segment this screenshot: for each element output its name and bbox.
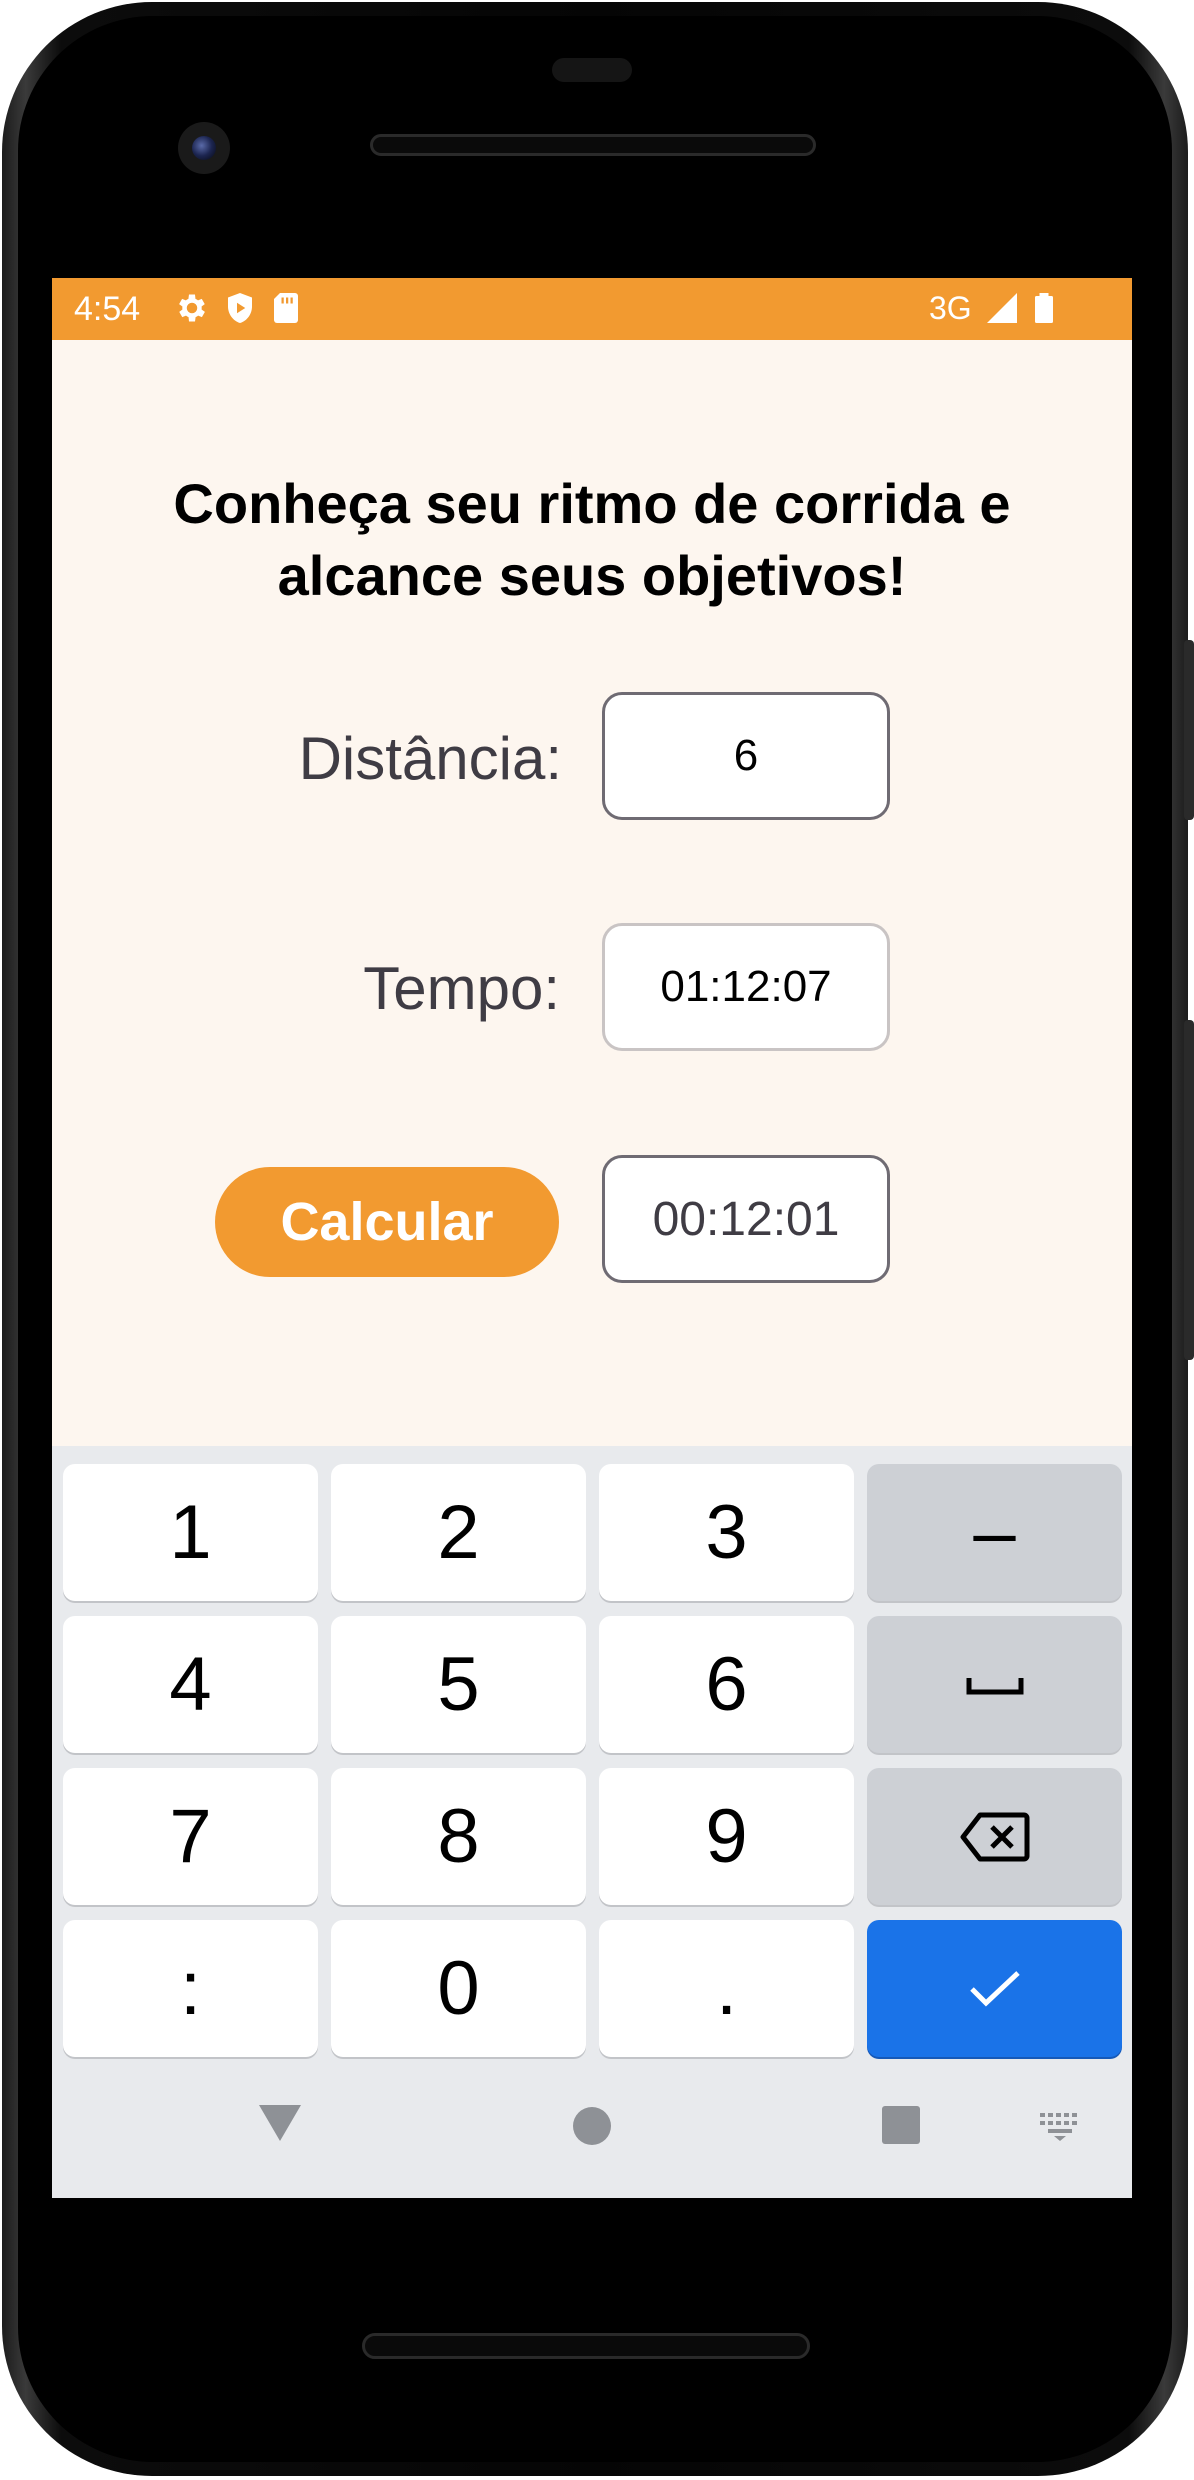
power-button [1184,640,1194,820]
key-8[interactable]: 8 [331,1768,586,1905]
status-time: 4:54 [74,290,141,328]
recents-icon[interactable] [881,2105,921,2145]
status-bar: 4:54 3G [52,278,1132,340]
key-colon[interactable]: : [63,1920,318,2057]
battery-icon [1035,293,1053,323]
space-icon [966,1677,1023,1694]
distance-field[interactable] [602,692,890,820]
key-backspace[interactable] [867,1768,1122,1905]
key-7[interactable]: 7 [63,1768,318,1905]
signal-icon [987,293,1017,323]
sd-card-icon [274,293,298,323]
key-2[interactable]: 2 [331,1464,586,1601]
distance-label: Distância: [298,725,562,792]
time-field[interactable] [602,923,890,1051]
time-label: Tempo: [363,955,560,1022]
checkmark-icon [969,1970,1020,2006]
phone-frame: 4:54 3G Conheça seu ritmo de corrida e a… [0,0,1194,2480]
key-space[interactable] [867,1616,1122,1753]
screen: 4:54 3G Conheça seu ritmo de corrida e a… [52,278,1132,2198]
headline-line-2: alcance seus objetivos! [277,544,907,607]
keyboard-switch-icon[interactable] [1038,2111,1082,2141]
network-type: 3G [929,290,972,326]
result-value: 00:12:01 [652,1192,840,1246]
key-5[interactable]: 5 [331,1616,586,1753]
bottom-speaker [362,2333,810,2359]
time-input[interactable] [605,961,887,1013]
numeric-keyboard: 1 2 3 – 4 5 6 7 8 9 : 0 . [52,1446,1132,2198]
nav-bar [52,2057,1132,2198]
key-minus[interactable]: – [867,1464,1122,1601]
shield-play-icon [228,293,252,323]
volume-button [1184,1020,1194,1360]
front-camera [178,122,230,174]
key-4[interactable]: 4 [63,1616,318,1753]
key-0[interactable]: 0 [331,1920,586,2057]
key-6[interactable]: 6 [599,1616,854,1753]
key-3[interactable]: 3 [599,1464,854,1601]
result-field: 00:12:01 [602,1155,890,1283]
top-sensor [552,58,632,82]
key-9[interactable]: 9 [599,1768,854,1905]
key-1[interactable]: 1 [63,1464,318,1601]
back-icon[interactable] [257,2103,303,2143]
headline-line-1: Conheça seu ritmo de corrida e [173,472,1011,535]
key-enter[interactable] [867,1920,1122,2057]
headline: Conheça seu ritmo de corrida e alcance s… [112,468,1072,612]
calculate-button[interactable]: Calcular [215,1167,559,1277]
key-period[interactable]: . [599,1920,854,2057]
distance-input[interactable] [605,730,887,782]
home-icon[interactable] [571,2105,613,2147]
gear-icon [179,294,205,322]
backspace-icon [960,1812,1029,1861]
top-speaker [370,134,816,156]
